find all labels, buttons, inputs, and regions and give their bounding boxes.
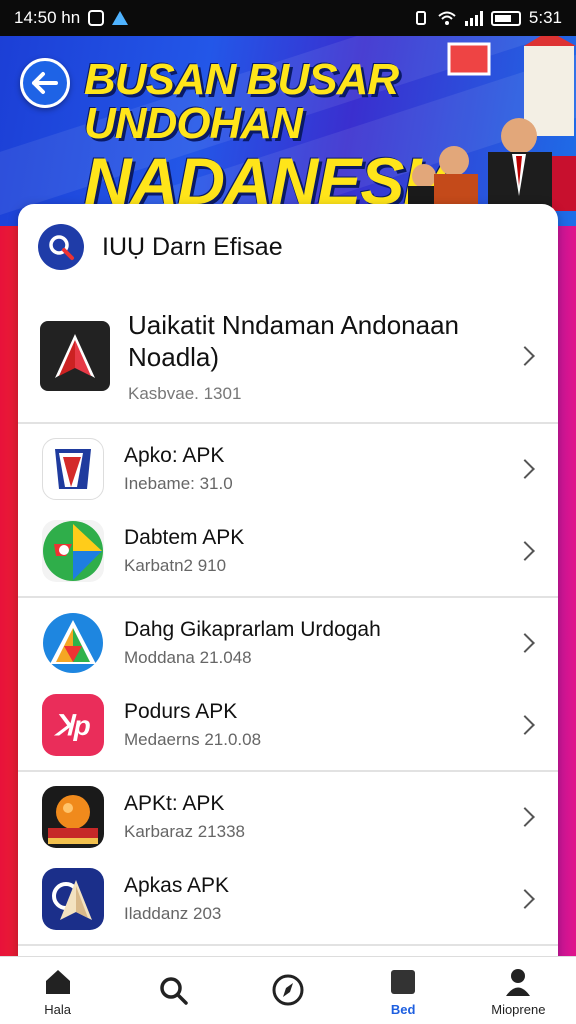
- tablet-icon: [391, 970, 416, 994]
- signal-icon: [464, 10, 483, 26]
- green-drive-icon: [42, 520, 104, 582]
- app-group-3: APKt: APK Karbaraz 21338 Apkas APK Iladd…: [18, 772, 558, 946]
- app-group-1: Apko: APK Inebame: 31.0 Dabtem APK Karba…: [18, 424, 558, 598]
- app-name: Podurs APK: [124, 700, 238, 723]
- app-subtitle: Moddana 21.048: [124, 648, 252, 667]
- featured-app-name: Uaikatit Nndaman Andonaan Noadla): [128, 309, 460, 373]
- app-subtitle: Karbaraz 21338: [124, 822, 245, 841]
- app-notification-icon: [112, 11, 129, 25]
- nav-apps[interactable]: Bed: [353, 964, 453, 1017]
- app-name: Dabtem APK: [124, 526, 245, 549]
- list-item[interactable]: APKt: APK Karbaraz 21338: [18, 776, 558, 858]
- chevron-right-icon: [515, 541, 535, 561]
- app-list-card: IUỤ Darn Efisae Uaikatit Nndaman Andonaa…: [18, 204, 558, 964]
- app-name: APKt: APK: [124, 792, 225, 815]
- nav-label: Bed: [390, 1002, 416, 1017]
- list-item[interactable]: Dahg Gikaprarlam Urdogah Moddana 21.048: [18, 602, 558, 684]
- search-badge-icon: [38, 224, 84, 270]
- featured-app-subtitle: Kasbvae. 1301: [128, 383, 242, 403]
- orange-ball-icon: [42, 786, 104, 848]
- featured-app-icon: [40, 321, 110, 391]
- red-cup-icon: ꓘp: [42, 694, 104, 756]
- chevron-right-icon: [515, 633, 535, 653]
- compass-icon: [272, 974, 304, 1005]
- nav-explore[interactable]: [238, 972, 338, 1010]
- arrow-left-icon: [32, 72, 58, 94]
- home-icon: [45, 970, 70, 994]
- nav-home[interactable]: Hala: [8, 964, 108, 1017]
- app-subtitle: Karbatn2 910: [124, 556, 227, 575]
- person-icon: [506, 969, 531, 996]
- app-name: Apkas APK: [124, 874, 230, 897]
- list-item[interactable]: Apko: APK Inebame: 31.0: [18, 428, 558, 510]
- chevron-right-icon: [515, 889, 535, 909]
- app-name: Dahg Gikaprarlam Urdogah: [124, 618, 381, 641]
- app-group-2: Dahg Gikaprarlam Urdogah Moddana 21.048 …: [18, 598, 558, 772]
- status-time: 14:50 hn: [14, 8, 81, 27]
- wifi-icon: [438, 11, 456, 25]
- status-clock: 5:31: [528, 8, 562, 27]
- search-icon: [160, 976, 188, 1005]
- app-subtitle: Iladdanz 203: [124, 904, 222, 923]
- app-subtitle: Inebame: 31.0: [124, 474, 233, 493]
- status-bar: 14:50 hn 5:31: [0, 0, 576, 36]
- blue-triangle-icon: [42, 612, 104, 674]
- chevron-right-icon: [515, 346, 535, 366]
- nav-search[interactable]: [123, 972, 223, 1010]
- chevron-right-icon: [515, 807, 535, 827]
- list-item[interactable]: Apkas APK Iladdanz 203: [18, 858, 558, 940]
- back-button[interactable]: [20, 58, 70, 108]
- list-item[interactable]: Dabtem APK Karbatn2 910: [18, 510, 558, 592]
- red-blue-flag-icon: [42, 438, 104, 500]
- app-subtitle: Medaerns 21.0.08: [124, 730, 262, 749]
- app-name: Apko: APK: [124, 444, 225, 467]
- vibrate-icon: [415, 11, 426, 25]
- banner-illustration: [408, 36, 576, 211]
- card-title: IUỤ Darn Efisae: [102, 232, 283, 261]
- svg-text:ꓘp: ꓘp: [53, 710, 90, 741]
- bottom-navigation: Hala Bed Mioprene: [0, 956, 576, 1024]
- list-item[interactable]: ꓘp Podurs APK Medaerns 21.0.08: [18, 684, 558, 766]
- chevron-right-icon: [515, 459, 535, 479]
- battery-icon: [490, 10, 521, 26]
- nav-profile[interactable]: Mioprene: [468, 964, 568, 1017]
- navy-arrow-icon: [42, 868, 104, 930]
- notification-icon: [88, 10, 105, 26]
- nav-label: Hala: [44, 1002, 71, 1017]
- featured-app-row[interactable]: Uaikatit Nndaman Andonaan Noadla) Kasbva…: [18, 290, 558, 424]
- card-header: IUỤ Darn Efisae: [18, 204, 558, 290]
- nav-label: Mioprene: [491, 1002, 546, 1017]
- chevron-right-icon: [515, 715, 535, 735]
